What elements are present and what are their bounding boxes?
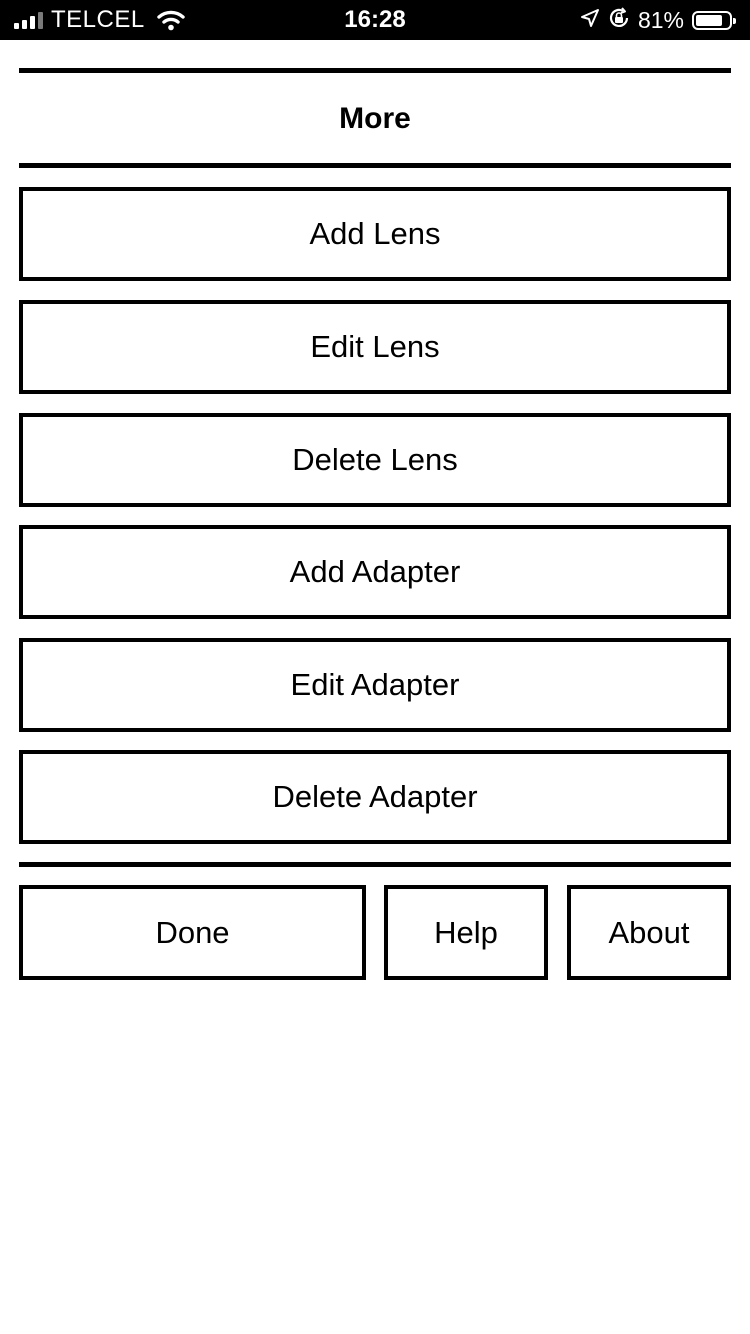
more-screen: TELCEL 16:28 81% More Add Lens Edit Lens… [0, 0, 750, 1334]
orientation-lock-icon [608, 6, 630, 34]
battery-icon [692, 10, 736, 30]
status-bar-left: TELCEL [14, 0, 187, 40]
delete-adapter-button[interactable]: Delete Adapter [19, 750, 731, 844]
about-button[interactable]: About [567, 885, 731, 980]
add-adapter-button[interactable]: Add Adapter [19, 525, 731, 619]
wifi-icon [157, 9, 187, 31]
location-icon [580, 8, 600, 33]
edit-adapter-button[interactable]: Edit Adapter [19, 638, 731, 732]
footer-rule [19, 862, 731, 867]
carrier-name: TELCEL [51, 6, 145, 33]
page-title: More [339, 102, 411, 135]
help-button[interactable]: Help [384, 885, 548, 980]
status-bar-right: 81% [580, 0, 736, 40]
add-lens-button[interactable]: Add Lens [19, 187, 731, 281]
edit-lens-button[interactable]: Edit Lens [19, 300, 731, 394]
delete-lens-button[interactable]: Delete Lens [19, 413, 731, 507]
battery-percent: 81% [637, 7, 684, 33]
done-button[interactable]: Done [19, 885, 366, 980]
status-bar: TELCEL 16:28 81% [0, 0, 750, 40]
signal-icon [14, 11, 43, 29]
header-top-rule [19, 68, 731, 73]
header-bottom-rule [19, 163, 731, 168]
